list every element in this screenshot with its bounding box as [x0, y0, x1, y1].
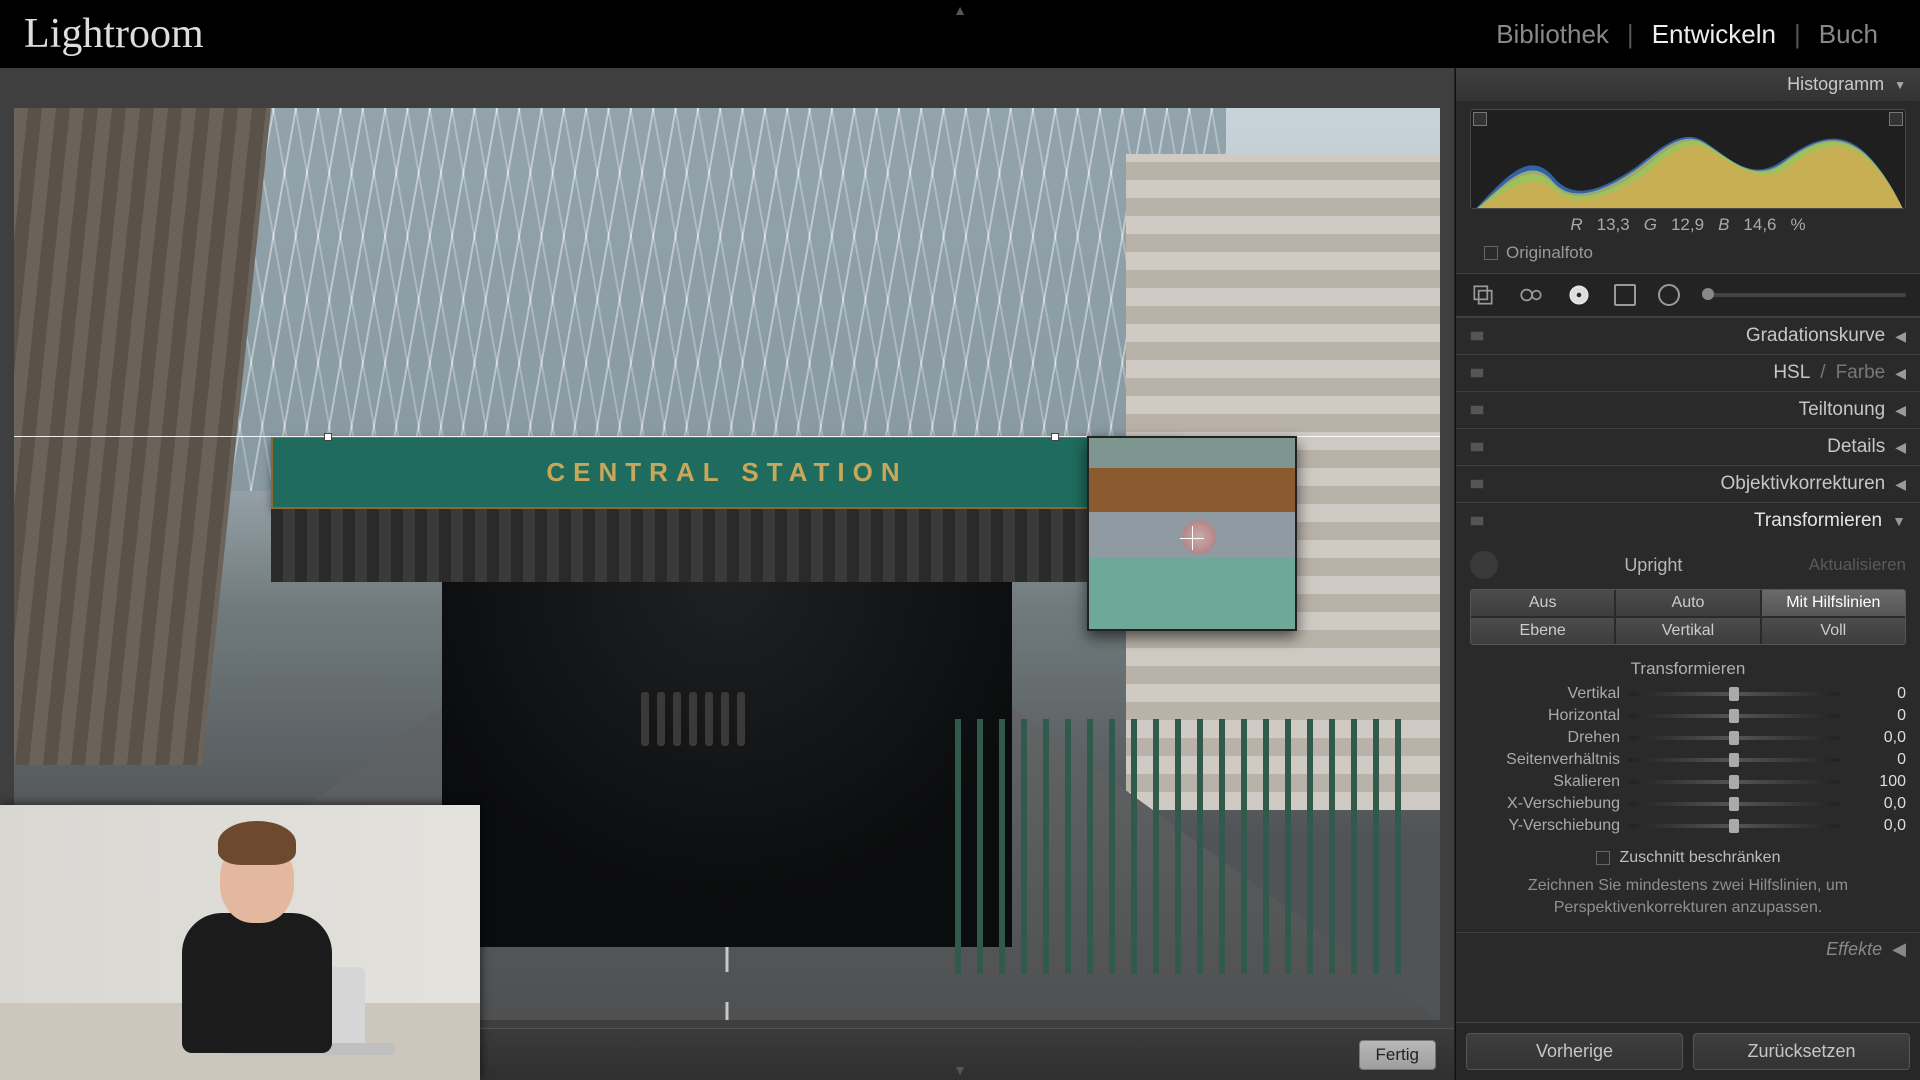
- panel-details[interactable]: Details◀: [1456, 429, 1920, 465]
- transform-slider-seitenverhältnis[interactable]: Seitenverhältnis 0: [1470, 749, 1906, 771]
- module-picker: Bibliothek | Entwickeln | Buch: [1478, 19, 1896, 50]
- constrain-crop-label: Zuschnitt beschränken: [1620, 849, 1781, 867]
- constrain-crop-checkbox[interactable]: [1596, 851, 1610, 865]
- triangle-left-icon: ◀: [1895, 365, 1906, 382]
- transform-slider-y-verschiebung[interactable]: Y-Verschiebung 0,0: [1470, 815, 1906, 837]
- histogram-header[interactable]: Histogramm ▼: [1456, 68, 1920, 101]
- station-sign: CENTRAL STATION: [271, 436, 1184, 509]
- done-button[interactable]: Fertig: [1359, 1040, 1436, 1070]
- preview-pane: CENTRAL STATION aster einble: [0, 68, 1455, 1080]
- triangle-down-icon: ▼: [1894, 78, 1906, 92]
- brush-tool-icon[interactable]: [1702, 293, 1906, 297]
- original-photo-label: Originalfoto: [1506, 243, 1593, 263]
- transform-slider-x-verschiebung[interactable]: X-Verschiebung 0,0: [1470, 793, 1906, 815]
- panel-hsl[interactable]: HSL/Farbe◀: [1456, 355, 1920, 391]
- develop-right-panel: Histogramm ▼ R13,3 G12,9: [1455, 68, 1920, 1080]
- panel-lens[interactable]: Objektivkorrekturen◀: [1456, 466, 1920, 502]
- triangle-left-icon: ◀: [1895, 439, 1906, 456]
- panel-transform[interactable]: Transformieren▼: [1456, 503, 1920, 539]
- original-photo-checkbox[interactable]: [1484, 246, 1498, 260]
- module-library[interactable]: Bibliothek: [1478, 19, 1627, 50]
- upright-level-button[interactable]: Ebene: [1471, 618, 1614, 644]
- crop-tool-icon[interactable]: [1470, 282, 1496, 308]
- app-logo: Lightroom: [24, 10, 204, 58]
- triangle-down-icon: ▼: [1892, 513, 1906, 529]
- upright-tool-icon[interactable]: [1470, 551, 1498, 579]
- transform-subhead: Transformieren: [1470, 651, 1906, 683]
- histogram-rgb-readout: R13,3 G12,9 B14,6 %: [1470, 209, 1906, 241]
- module-develop[interactable]: Entwickeln: [1634, 19, 1794, 50]
- gradient-tool-icon[interactable]: [1614, 284, 1636, 306]
- previous-button[interactable]: Vorherige: [1466, 1033, 1683, 1070]
- module-book[interactable]: Buch: [1801, 19, 1896, 50]
- loupe-preview[interactable]: [1087, 436, 1297, 631]
- upright-label: Upright: [1512, 555, 1795, 576]
- upright-vertical-button[interactable]: Vertikal: [1616, 618, 1759, 644]
- triangle-left-icon: ◀: [1892, 939, 1906, 960]
- transform-slider-vertikal[interactable]: Vertikal 0: [1470, 683, 1906, 705]
- redeye-tool-icon[interactable]: [1566, 282, 1592, 308]
- upright-mode-buttons: Aus Auto Mit Hilfslinien Ebene Vertikal …: [1470, 589, 1906, 645]
- bottom-panel-toggle[interactable]: ▼: [953, 1062, 967, 1078]
- upright-guided-button[interactable]: Mit Hilfslinien: [1762, 590, 1905, 616]
- panel-tone-curve[interactable]: Gradationskurve◀: [1456, 318, 1920, 354]
- triangle-left-icon: ◀: [1895, 476, 1906, 493]
- triangle-left-icon: ◀: [1895, 328, 1906, 345]
- separator: |: [1627, 19, 1634, 50]
- presenter-webcam: [0, 805, 480, 1080]
- radial-tool-icon[interactable]: [1658, 284, 1680, 306]
- local-tool-strip: [1456, 273, 1920, 317]
- upright-off-button[interactable]: Aus: [1471, 590, 1614, 616]
- transform-hint: Zeichnen Sie mindestens zwei Hilfslinien…: [1470, 875, 1906, 918]
- separator: |: [1794, 19, 1801, 50]
- transform-slider-horizontal[interactable]: Horizontal 0: [1470, 705, 1906, 727]
- panel-effects[interactable]: Effekte◀: [1456, 932, 1920, 962]
- top-panel-toggle[interactable]: ▲: [953, 2, 967, 18]
- spot-removal-tool-icon[interactable]: [1518, 282, 1544, 308]
- transform-slider-drehen[interactable]: Drehen 0,0: [1470, 727, 1906, 749]
- panel-split-tone[interactable]: Teiltonung◀: [1456, 392, 1920, 428]
- upright-full-button[interactable]: Voll: [1762, 618, 1905, 644]
- triangle-left-icon: ◀: [1895, 402, 1906, 419]
- histogram-display[interactable]: [1470, 109, 1906, 209]
- upright-auto-button[interactable]: Auto: [1616, 590, 1759, 616]
- reset-button[interactable]: Zurücksetzen: [1693, 1033, 1910, 1070]
- transform-slider-skalieren[interactable]: Skalieren 100: [1470, 771, 1906, 793]
- upright-update-button[interactable]: Aktualisieren: [1809, 555, 1906, 575]
